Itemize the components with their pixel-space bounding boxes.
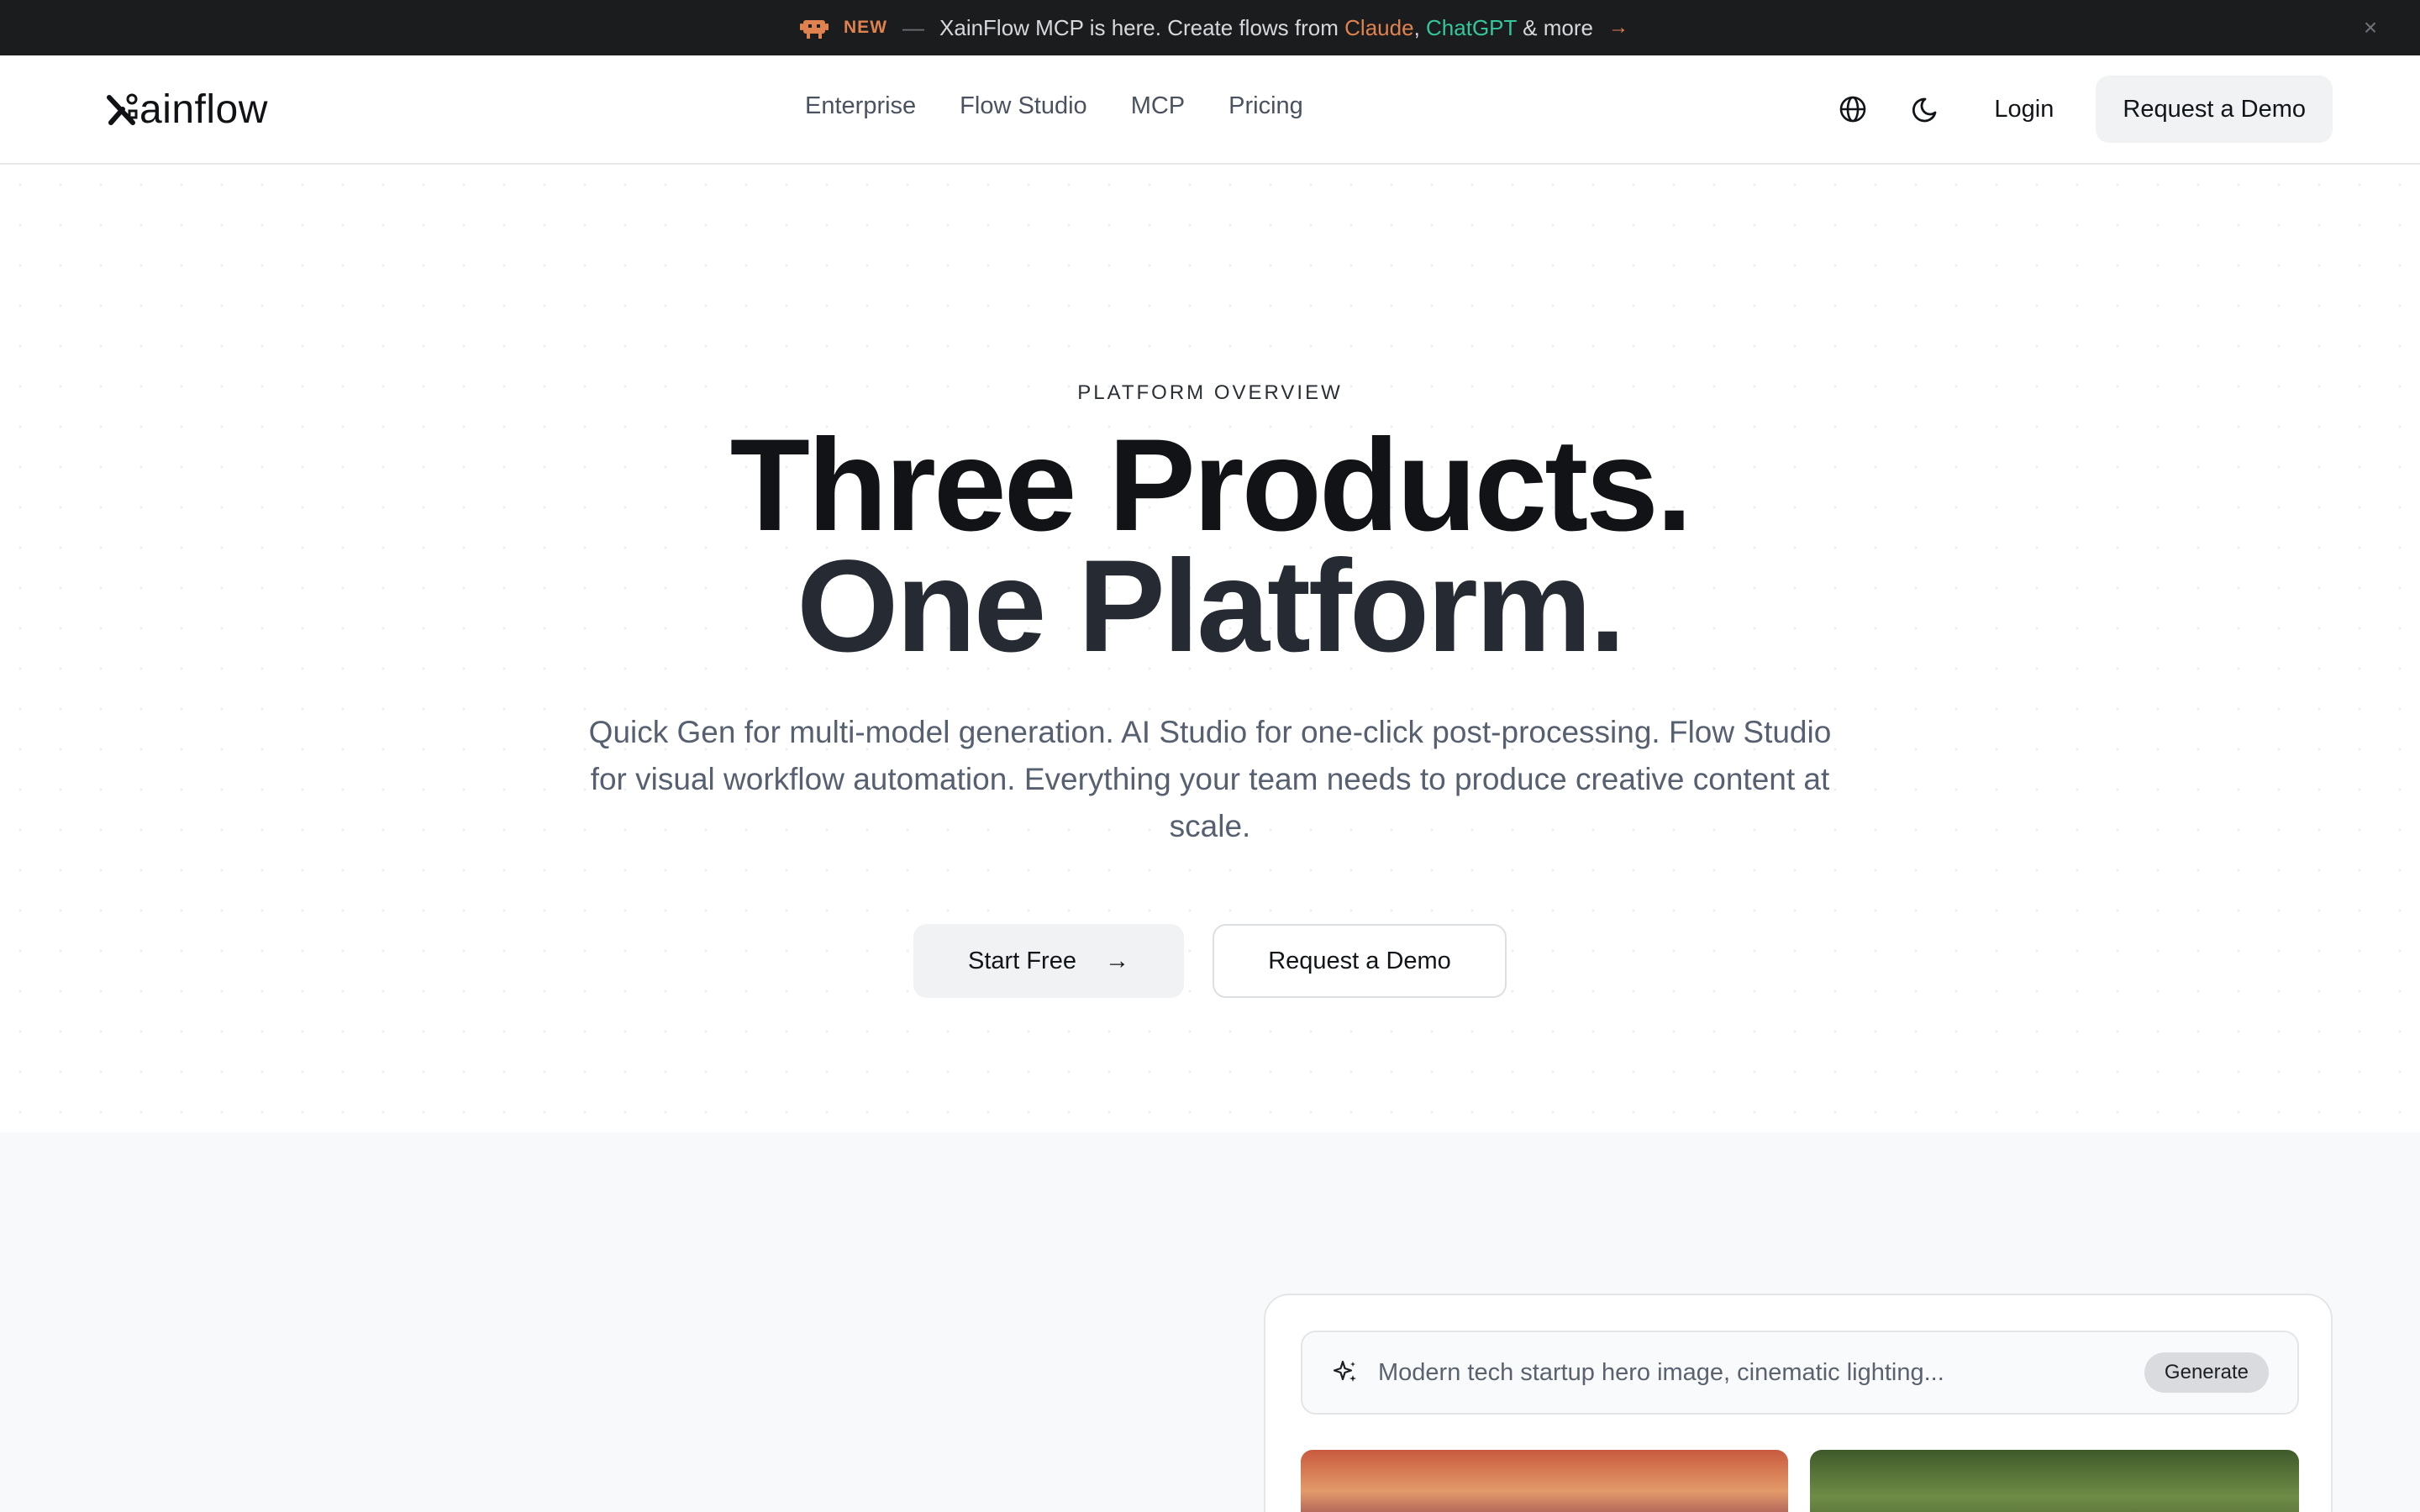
nav-flow-studio[interactable]: Flow Studio	[960, 92, 1087, 120]
logo-x-icon	[107, 93, 138, 125]
logo-text: ainflow	[139, 87, 268, 132]
sparkle-icon	[1333, 1360, 1356, 1382]
new-badge: NEW	[844, 18, 888, 37]
globe-icon[interactable]	[1828, 84, 1878, 134]
arrow-right-icon: →	[1104, 947, 1129, 974]
announcement-comma: ,	[1413, 14, 1420, 40]
separator-dash: —	[902, 14, 925, 40]
site-header: ainflow Enterprise Flow Studio MCP Prici…	[0, 55, 2420, 165]
hero-subtitle: Quick Gen for multi-model generation. AI…	[588, 715, 1832, 843]
robot-icon	[800, 15, 829, 40]
announcement-text[interactable]: XainFlow MCP is here. Create flows from …	[939, 15, 1593, 41]
forest-thumbnail[interactable]	[1810, 1450, 2299, 1512]
start-free-button[interactable]: Start Free →	[913, 924, 1184, 998]
quick-gen-card: Generate	[1264, 1294, 2333, 1512]
header-actions: Login Request a Demo	[1828, 76, 2333, 143]
announcement-bar[interactable]: NEW — XainFlow MCP is here. Create flows…	[0, 0, 2420, 55]
nav-mcp[interactable]: MCP	[1131, 92, 1185, 120]
main-nav: Enterprise Flow Studio MCP Pricing	[805, 92, 1303, 120]
announcement-text-after: & more	[1523, 14, 1593, 40]
arrow-right-icon[interactable]: →	[1608, 16, 1628, 39]
generate-button[interactable]: Generate	[2144, 1352, 2269, 1393]
title-line-2: One Platform.	[797, 533, 1626, 680]
claude-label: Claude	[1344, 14, 1414, 40]
cta-row: Start Free → Request a Demo	[0, 924, 2420, 998]
request-demo-button[interactable]: Request a Demo	[2096, 76, 2333, 143]
nav-pricing[interactable]: Pricing	[1228, 92, 1303, 120]
products-section: Generate	[0, 1132, 2420, 1512]
close-icon[interactable]: ×	[2356, 13, 2385, 42]
page-title: Three Products. One Platform.	[0, 412, 2420, 680]
start-free-label: Start Free	[968, 947, 1076, 974]
chatgpt-label: ChatGPT	[1426, 14, 1517, 40]
request-demo-secondary-button[interactable]: Request a Demo	[1213, 924, 1507, 998]
moon-icon[interactable]	[1902, 84, 1952, 134]
logo[interactable]: ainflow	[104, 84, 268, 134]
hero-section: PLATFORM OVERVIEW Three Products. One Pl…	[0, 165, 2420, 1132]
prompt-input[interactable]	[1378, 1358, 2144, 1387]
nav-enterprise[interactable]: Enterprise	[805, 92, 916, 120]
eyebrow-label: PLATFORM OVERVIEW	[1077, 381, 1343, 404]
prompt-bar: Generate	[1301, 1331, 2299, 1415]
announcement-text-before: XainFlow MCP is here. Create flows from	[939, 14, 1339, 40]
city-thumbnail[interactable]	[1301, 1450, 1788, 1512]
title-line-1: Three Products.	[729, 412, 1693, 559]
login-link[interactable]: Login	[1994, 96, 2054, 123]
